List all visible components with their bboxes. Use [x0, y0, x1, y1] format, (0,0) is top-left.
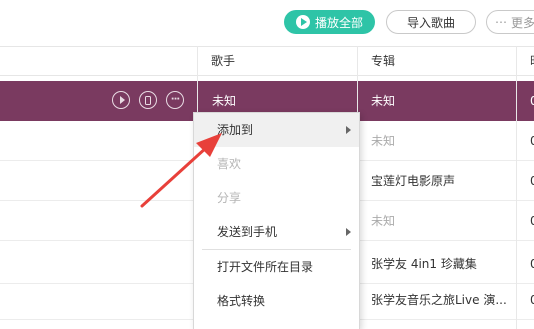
more-label: 更多	[511, 15, 534, 30]
menu-item-share: 分享	[194, 181, 359, 215]
more-dots-icon[interactable]: ···	[166, 91, 184, 109]
column-header-artist[interactable]: 歌手	[211, 47, 235, 75]
menu-item-label: 喜欢	[217, 157, 242, 171]
duration-cell: 0	[530, 134, 534, 148]
submenu-arrow-icon	[346, 126, 351, 134]
album-cell: 张学友 4in1 珍藏集	[371, 257, 477, 271]
duration-cell: 0	[530, 174, 534, 188]
menu-item-like: 喜欢	[194, 147, 359, 181]
column-divider[interactable]	[516, 46, 517, 329]
menu-item-send-to-phone[interactable]: 发送到手机	[194, 215, 359, 249]
play-all-button[interactable]: 播放全部	[284, 10, 375, 34]
menu-item-format-convert[interactable]: 格式转换	[194, 284, 359, 318]
phone-icon[interactable]	[139, 91, 157, 109]
submenu-arrow-icon	[346, 228, 351, 236]
play-icon	[295, 15, 310, 29]
row-actions: ···	[112, 91, 184, 111]
play-circle-icon[interactable]	[112, 91, 130, 109]
context-menu: 添加到 喜欢 分享 发送到手机 打开文件所在目录 格式转换	[193, 112, 360, 329]
import-songs-label: 导入歌曲	[406, 15, 455, 30]
duration-cell: 0	[530, 94, 534, 108]
menu-item-label: 分享	[217, 191, 242, 205]
duration-cell: 0	[530, 257, 534, 271]
album-cell: 未知	[371, 134, 396, 148]
album-cell: 未知	[371, 94, 396, 108]
duration-cell: 0	[530, 293, 534, 307]
menu-item-add-to[interactable]: 添加到	[194, 113, 359, 147]
column-header-duration[interactable]: 时	[530, 47, 534, 75]
toolbar: 播放全部 导入歌曲 ⋯ 更多	[0, 0, 534, 46]
album-cell: 宝莲灯电影原声	[371, 174, 456, 188]
menu-item-open-folder[interactable]: 打开文件所在目录	[194, 250, 359, 284]
menu-item-label: 打开文件所在目录	[217, 260, 314, 274]
menu-item-label: 添加到	[217, 123, 254, 137]
table-header: 歌手 专辑 时	[0, 46, 534, 76]
album-cell: 张学友音乐之旅Live 演...	[371, 293, 507, 307]
album-cell: 未知	[371, 214, 396, 228]
duration-cell: 0	[530, 214, 534, 228]
more-dots-icon: ⋯	[495, 15, 507, 29]
menu-item-label: 格式转换	[217, 294, 266, 308]
column-header-album[interactable]: 专辑	[371, 47, 395, 75]
more-button[interactable]: ⋯ 更多	[486, 10, 534, 34]
import-songs-button[interactable]: 导入歌曲	[386, 10, 476, 34]
play-all-label: 播放全部	[314, 15, 363, 30]
menu-item-label: 发送到手机	[217, 225, 278, 239]
